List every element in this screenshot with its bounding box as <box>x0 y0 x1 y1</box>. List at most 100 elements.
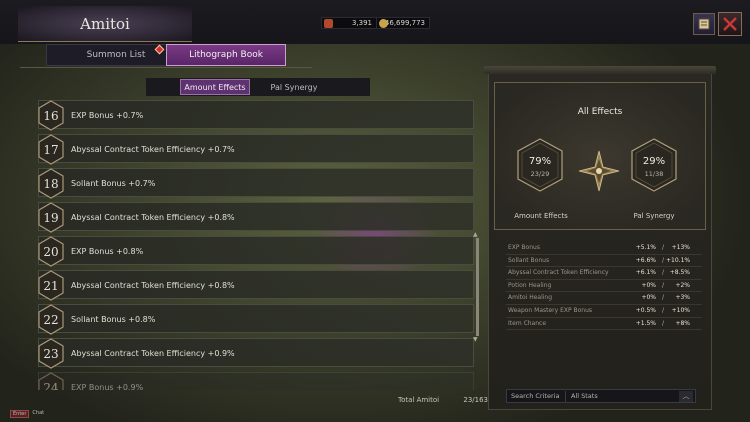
pal-synergy-label: Pal Synergy <box>633 212 675 220</box>
list-scrollbar[interactable] <box>476 238 479 336</box>
currency-quill-value: 3,391 <box>351 19 372 27</box>
list-item[interactable]: 19 Abyssal Contract Token Efficiency +0.… <box>38 202 474 233</box>
effect-synergy-value: +8% <box>675 319 690 327</box>
level-number: 16 <box>43 108 59 123</box>
effect-synergy-value: +3% <box>675 294 690 302</box>
all-effects-title: All Effects <box>577 107 623 117</box>
currency-gold-value: 46,699,773 <box>384 19 425 27</box>
effect-label: Abyssal Contract Token Efficiency +0.8% <box>71 213 235 222</box>
list-item[interactable]: 18 Sollant Bonus +0.7% <box>38 168 474 199</box>
effect-label: EXP Bonus +0.9% <box>71 383 144 390</box>
level-badge: 22 <box>38 304 64 335</box>
level-badge: 19 <box>38 202 64 233</box>
list-item[interactable]: 22 Sollant Bonus +0.8% <box>38 304 474 335</box>
effect-name: Abyssal Contract Token Efficiency <box>508 269 609 277</box>
book-button[interactable] <box>693 13 715 35</box>
effect-amount-value: +6.6% <box>635 256 656 264</box>
total-amitoi-value: 23/163 <box>463 396 488 404</box>
tab-summon-list-label: Summon List <box>86 50 146 60</box>
effect-synergy-value: +2% <box>675 281 690 289</box>
level-number: 22 <box>43 312 59 327</box>
close-icon <box>723 17 737 31</box>
level-badge: 24 <box>38 372 64 390</box>
window-title-plate: Amitoi <box>18 6 192 42</box>
subtab-amount-effects[interactable]: Amount Effects <box>180 79 250 95</box>
level-badge: 21 <box>38 270 64 301</box>
effect-name: Weapon Mastery EXP Bonus <box>508 306 593 314</box>
currency-gold: 46,699,773 <box>376 17 430 29</box>
effect-amount-value: +6.1% <box>635 269 656 277</box>
amount-effects-percent: 79% <box>528 156 552 167</box>
effect-list: 16 EXP Bonus +0.7% 17 Abyssal Contract T… <box>38 100 478 390</box>
search-criteria-label: Search Criteria <box>511 392 560 400</box>
amount-effects-stat: 79% 23/29 <box>516 137 564 193</box>
main-tabs: Summon List Lithograph Book <box>20 44 312 68</box>
effect-amount-value: +0.5% <box>635 306 656 314</box>
effect-name: Item Chance <box>508 319 547 327</box>
pal-synergy-count: 11/38 <box>644 170 664 178</box>
list-item[interactable]: 16 EXP Bonus +0.7% <box>38 100 474 131</box>
level-badge: 17 <box>38 134 64 165</box>
effect-label: Abyssal Contract Token Efficiency +0.9% <box>71 349 235 358</box>
effect-synergy-value: +13% <box>671 244 690 251</box>
table-row: Amitoi Healing +0% / +3% <box>506 292 702 305</box>
effect-amount-value: +1.5% <box>635 319 656 327</box>
effect-label: EXP Bonus +0.8% <box>71 247 144 256</box>
level-number: 18 <box>43 176 59 191</box>
amount-effects-count: 23/29 <box>530 170 550 178</box>
scroll-down-icon[interactable]: ▼ <box>473 336 478 343</box>
list-item[interactable]: 21 Abyssal Contract Token Efficiency +0.… <box>38 270 474 301</box>
quill-icon <box>324 19 333 28</box>
effect-name: Amitoi Healing <box>508 294 553 302</box>
level-badge: 16 <box>38 100 64 131</box>
table-row: Weapon Mastery EXP Bonus +0.5% / +10% <box>506 305 702 318</box>
chevron-up-icon[interactable]: ︿ <box>679 391 693 402</box>
tab-lithograph-book-label: Lithograph Book <box>189 50 263 60</box>
list-item[interactable]: 23 Abyssal Contract Token Efficiency +0.… <box>38 338 474 369</box>
effect-synergy-value: +8.5% <box>669 269 690 277</box>
window-title: Amitoi <box>80 14 130 33</box>
amount-effects-label: Amount Effects <box>514 212 568 220</box>
effect-name: Potion Healing <box>508 281 552 289</box>
pal-synergy-stat: 29% 11/38 <box>630 137 678 193</box>
table-row: Item Chance +1.5% / +8% <box>506 318 702 331</box>
gold-coin-icon <box>379 19 388 28</box>
table-row: Sollant Bonus +6.6% / +10.1% <box>506 255 702 268</box>
book-icon <box>698 18 710 30</box>
list-item[interactable]: 20 EXP Bonus +0.8% <box>38 236 474 267</box>
scroll-up-icon[interactable]: ▲ <box>473 231 478 238</box>
effect-label: Sollant Bonus +0.8% <box>71 315 156 324</box>
total-amitoi: Total Amitoi 23/163 <box>398 394 488 406</box>
effect-label: EXP Bonus +0.7% <box>71 111 144 120</box>
effect-amount-value: +5.1% <box>635 244 656 251</box>
list-item[interactable]: 24 EXP Bonus +0.9% <box>38 372 474 390</box>
effect-label: Abyssal Contract Token Efficiency +0.7% <box>71 145 235 154</box>
tab-summon-list[interactable]: Summon List <box>46 44 186 66</box>
currency-quill: 3,391 <box>321 17 377 29</box>
level-badge: 20 <box>38 236 64 267</box>
search-divider <box>565 391 566 402</box>
effect-synergy-value: +10.1% <box>666 256 691 264</box>
subtab-pal-synergy[interactable]: Pal Synergy <box>254 79 334 95</box>
subtab-amount-effects-label: Amount Effects <box>184 82 246 92</box>
close-button[interactable] <box>718 12 742 36</box>
total-amitoi-label: Total Amitoi <box>398 396 440 404</box>
compass-star-icon <box>578 150 620 192</box>
search-criteria-select[interactable]: Search Criteria All Stats ︿ <box>506 389 696 403</box>
effect-label: Sollant Bonus +0.7% <box>71 179 156 188</box>
effects-table: EXP Bonus +5.1% / +13% Sollant Bonus +6.… <box>506 242 702 331</box>
level-number: 21 <box>43 278 59 293</box>
effect-synergy-value: +10% <box>671 306 690 314</box>
sub-tabs: Amount Effects Pal Synergy <box>146 78 370 96</box>
subtab-pal-synergy-label: Pal Synergy <box>270 82 318 92</box>
effect-name: Sollant Bonus <box>508 256 550 264</box>
pal-synergy-percent: 29% <box>642 156 666 167</box>
chat-hint[interactable]: Enter Chat <box>10 410 44 418</box>
table-row: Potion Healing +0% / +2% <box>506 280 702 293</box>
list-item[interactable]: 17 Abyssal Contract Token Efficiency +0.… <box>38 134 474 165</box>
level-number: 17 <box>43 142 59 157</box>
tab-lithograph-book[interactable]: Lithograph Book <box>166 44 286 66</box>
table-row: EXP Bonus +5.1% / +13% <box>506 242 702 255</box>
effect-label: Abyssal Contract Token Efficiency +0.8% <box>71 281 235 290</box>
table-row: Abyssal Contract Token Efficiency +6.1% … <box>506 267 702 280</box>
